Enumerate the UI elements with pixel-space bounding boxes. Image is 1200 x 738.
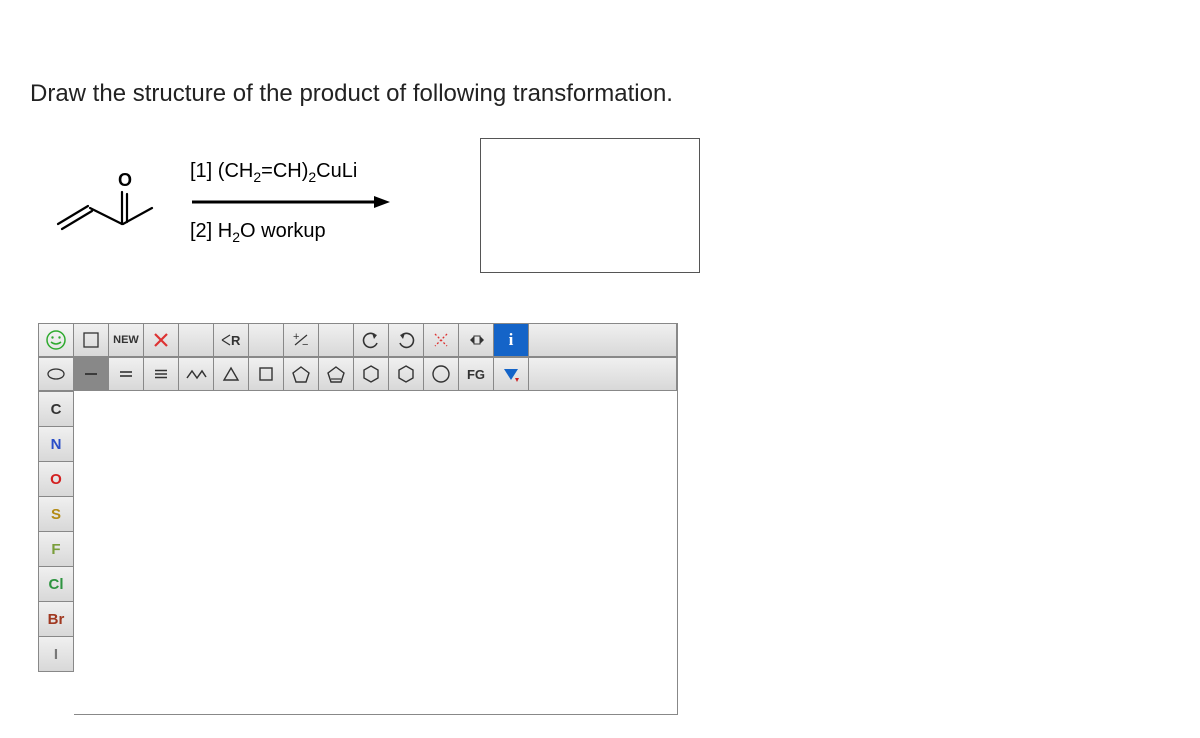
info-button[interactable]: i [493, 323, 529, 357]
pentagon-alt-icon [326, 365, 346, 383]
more-triangle-icon [502, 366, 520, 382]
undo-button[interactable] [353, 323, 389, 357]
marquee-icon [82, 331, 100, 349]
smile-icon [45, 329, 67, 351]
cut-button[interactable] [423, 323, 459, 357]
toolbar-row-1: NEW R + − [38, 323, 677, 357]
triangle-icon [221, 365, 241, 383]
reactant-structure: O [50, 166, 160, 246]
resize-button[interactable] [458, 323, 494, 357]
condition-1: [1] (CH2=CH)2CuLi [190, 160, 420, 185]
double-bond-button[interactable] [108, 357, 144, 391]
svg-text:−: − [302, 339, 308, 349]
ring-5a-button[interactable] [283, 357, 319, 391]
heptagon-icon [431, 364, 451, 384]
toolbar-row1-tail [528, 323, 677, 357]
triple-bond-button[interactable] [143, 357, 179, 391]
element-s-button[interactable]: S [38, 496, 74, 532]
element-toolbar: C N O S F Cl Br I [38, 391, 74, 715]
r-group-button[interactable]: R [213, 323, 249, 357]
redo-icon [396, 331, 416, 349]
triple-bond-icon [152, 365, 170, 383]
charge-button[interactable]: + − [283, 323, 319, 357]
double-bond-icon [117, 365, 135, 383]
product-answer-box[interactable] [480, 138, 700, 273]
single-bond-icon [82, 365, 100, 383]
chain-icon [185, 367, 207, 381]
element-c-button[interactable]: C [38, 391, 74, 427]
more-tools-button[interactable] [493, 357, 529, 391]
chain-button[interactable] [178, 357, 214, 391]
element-i-button[interactable]: I [38, 636, 74, 672]
lasso-select-button[interactable] [38, 357, 74, 391]
r-group-icon: R [220, 332, 242, 348]
ring-7-button[interactable] [423, 357, 459, 391]
toolbar-gap-1 [178, 323, 214, 357]
svg-text:+: + [293, 331, 299, 343]
hexagon-icon [361, 364, 381, 384]
element-f-button[interactable]: F [38, 531, 74, 567]
redo-button[interactable] [388, 323, 424, 357]
reaction-arrow [190, 195, 390, 209]
ring-3-button[interactable] [213, 357, 249, 391]
element-cl-button[interactable]: Cl [38, 566, 74, 602]
toolbar-gap-2 [248, 323, 284, 357]
toolbar-gap-3 [318, 323, 354, 357]
marquee-select-button[interactable] [73, 323, 109, 357]
structure-editor: NEW R + − [38, 323, 678, 715]
cut-icon [432, 331, 450, 349]
drawing-canvas[interactable] [74, 391, 677, 715]
square-icon [257, 365, 275, 383]
pentagon-icon [291, 365, 311, 383]
smile-button[interactable] [38, 323, 74, 357]
info-icon: i [509, 330, 514, 350]
fg-button[interactable]: FG [458, 357, 494, 391]
element-o-button[interactable]: O [38, 461, 74, 497]
ring-5b-button[interactable] [318, 357, 354, 391]
toolbar-row2-tail [528, 357, 677, 391]
svg-text:O: O [118, 170, 132, 190]
hexagon-alt-icon [396, 364, 416, 384]
reaction-conditions: [1] (CH2=CH)2CuLi [2] H2O workup [190, 160, 420, 251]
element-br-button[interactable]: Br [38, 601, 74, 637]
delete-x-icon [152, 331, 170, 349]
delete-button[interactable] [143, 323, 179, 357]
undo-icon [361, 331, 381, 349]
reaction-scheme: O [1] (CH2=CH)2CuLi [2] H2O workup [0, 108, 1200, 313]
condition-2: [2] H2O workup [190, 220, 420, 245]
ring-4-button[interactable] [248, 357, 284, 391]
question-prompt: Draw the structure of the product of fol… [0, 0, 1200, 108]
element-n-button[interactable]: N [38, 426, 74, 462]
ring-6a-button[interactable] [353, 357, 389, 391]
ring-6b-button[interactable] [388, 357, 424, 391]
toolbar-row-2: FG [38, 357, 677, 391]
svg-text:R: R [231, 333, 241, 348]
single-bond-button[interactable] [73, 357, 109, 391]
charge-icon: + − [292, 331, 310, 349]
resize-icon [466, 331, 486, 349]
lasso-icon [46, 366, 66, 382]
new-button[interactable]: NEW [108, 323, 144, 357]
